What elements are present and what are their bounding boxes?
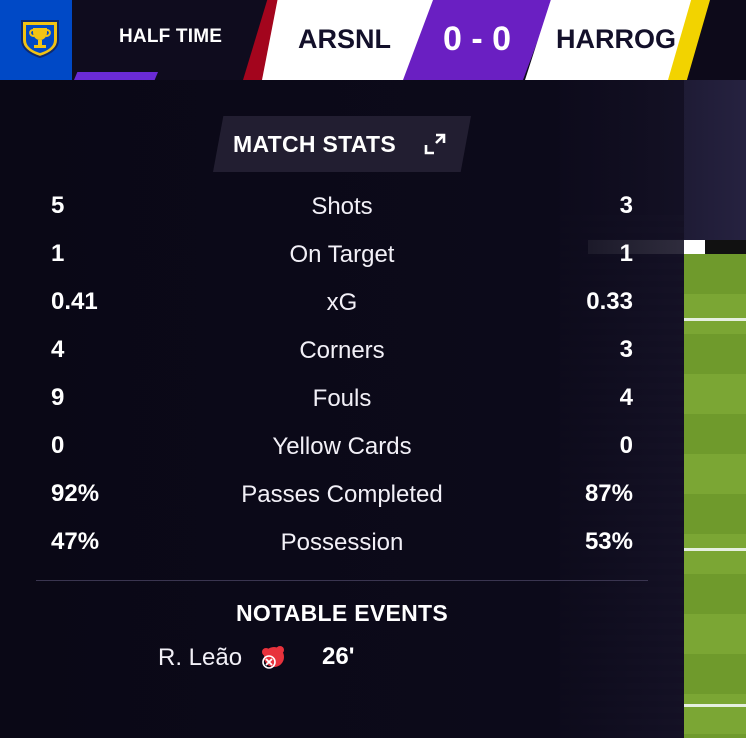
match-status: HALF TIME — [119, 26, 223, 47]
stat-home-value: 1 — [51, 240, 65, 267]
stat-label: Corners — [299, 337, 385, 364]
stat-label: On Target — [289, 241, 395, 268]
stat-label: Passes Completed — [241, 481, 443, 508]
notable-events-title: NOTABLE EVENTS — [235, 600, 449, 626]
stat-away-value: 0.33 — [586, 288, 633, 315]
scoreboard: HALF TIME ARSNL 0 - 0 HARROG — [0, 0, 746, 80]
stat-home-value: 0 — [51, 432, 65, 459]
stat-label: Shots — [311, 193, 373, 220]
stat-row-shots: 5 Shots 3 — [36, 186, 648, 226]
home-team-name: ARSNL — [298, 24, 391, 54]
stat-row-possession: 47% Possession 53% — [36, 522, 648, 562]
away-team-name: HARROG — [556, 24, 676, 54]
stat-away-value: 1 — [619, 240, 633, 267]
stat-away-value: 3 — [619, 336, 633, 363]
stat-row-corners: 4 Corners 3 — [36, 330, 648, 370]
stat-row-fouls: 9 Fouls 4 — [36, 378, 648, 418]
stat-away-value: 4 — [619, 384, 633, 411]
pitch-line — [684, 704, 746, 707]
stat-home-value: 92% — [51, 480, 100, 507]
stat-home-value: 9 — [51, 384, 65, 411]
trophy-shield-icon — [21, 20, 59, 58]
stat-away-value: 87% — [584, 480, 633, 507]
pitch-line — [684, 318, 746, 321]
injury-icon — [262, 646, 284, 669]
pitch-line — [684, 548, 746, 551]
stat-home-value: 4 — [51, 336, 65, 363]
stat-away-value: 3 — [619, 192, 633, 219]
stat-home-value: 5 — [51, 192, 65, 219]
score: 0 - 0 — [442, 20, 512, 58]
stat-label: Possession — [280, 529, 404, 556]
stat-away-value: 0 — [619, 432, 633, 459]
stat-home-value: 47% — [51, 528, 100, 555]
status-progress-bar — [74, 72, 158, 80]
stat-label: xG — [326, 289, 358, 316]
expand-icon[interactable] — [424, 133, 446, 155]
background-pitch — [684, 254, 746, 738]
advertising-board-logo — [705, 240, 746, 254]
stat-label: Fouls — [312, 385, 372, 412]
stat-row-xg: 0.41 xG 0.33 — [36, 282, 648, 322]
stat-row-passes-completed: 92% Passes Completed 87% — [36, 474, 648, 514]
stat-row-yellow-cards: 0 Yellow Cards 0 — [36, 426, 648, 466]
stat-away-value: 53% — [584, 528, 633, 555]
stat-row-on-target: 1 On Target 1 — [36, 234, 648, 274]
match-stats-title: MATCH STATS — [233, 131, 396, 157]
stat-home-value: 0.41 — [51, 288, 98, 315]
stat-label: Yellow Cards — [272, 433, 412, 460]
event-minute: 26' — [322, 643, 355, 670]
section-divider — [36, 580, 648, 581]
event-player-name: R. Leão — [158, 644, 243, 671]
